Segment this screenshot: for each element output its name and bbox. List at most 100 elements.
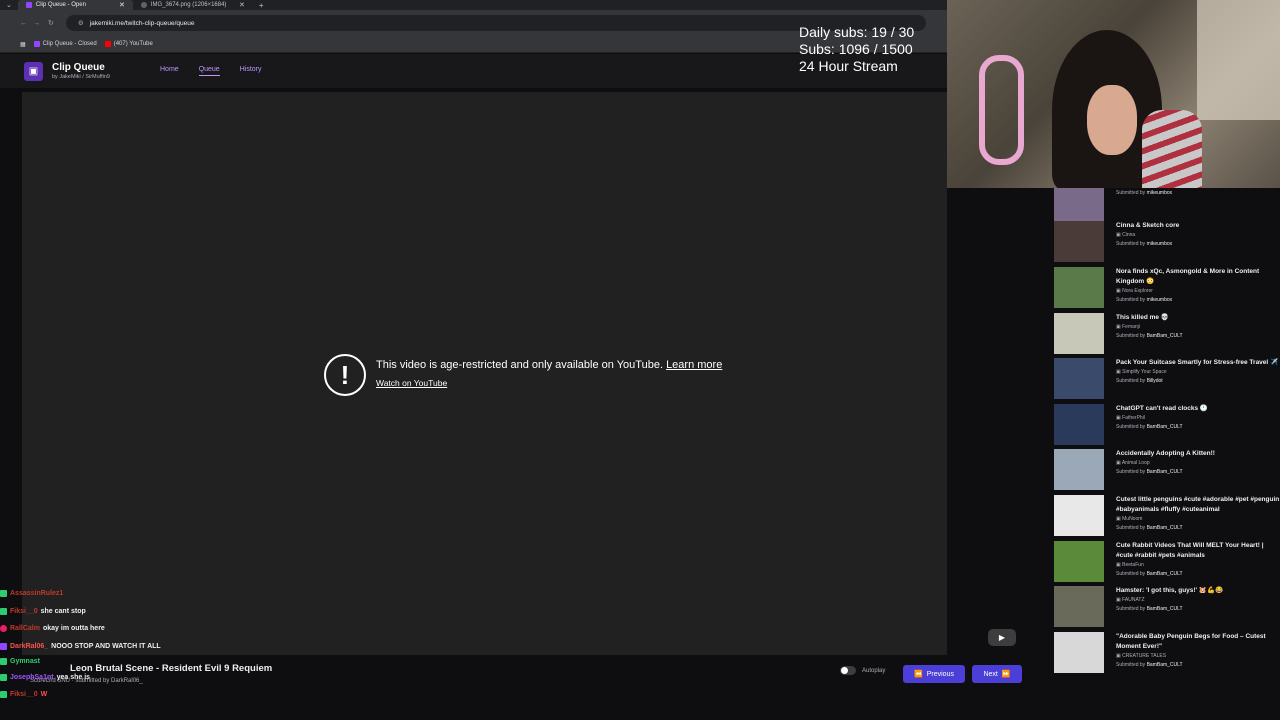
clip-thumbnail[interactable]	[1054, 449, 1104, 490]
twitch-logo-icon[interactable]: ▣	[24, 61, 43, 81]
submitted-label: Submitted by	[1116, 662, 1146, 668]
autoplay-toggle[interactable]	[840, 666, 856, 675]
previous-icon: ⏪	[914, 671, 923, 678]
clip-thumbnail[interactable]	[1054, 358, 1104, 399]
queue-item-title: Cinna & Sketch core	[1116, 222, 1180, 229]
queue-item-channel: ▣ CREATURE TALES	[1116, 652, 1280, 661]
age-restricted-message: This video is age-restricted and only av…	[376, 359, 722, 371]
video-player[interactable]: ! This video is age-restricted and only …	[22, 92, 1016, 655]
cam-face	[1087, 85, 1137, 155]
queue-item-text: This killed me 💀 ▣ Femanji Submitted by Ba…	[1116, 313, 1280, 341]
chat-line: AssassinRulez1	[0, 585, 320, 603]
queue-item-submitter: Submitted by mikeumbox	[1116, 240, 1280, 249]
queue-item[interactable]: Nora finds xQc, Asmongold & More in Cont…	[1030, 267, 1280, 311]
queue-item[interactable]: "Adorable Baby Penguin Begs for Food – C…	[1030, 632, 1280, 676]
clip-queue-favicon	[33, 41, 40, 47]
queue-item-title: Cute Rabbit Videos That Will MELT Your H…	[1116, 542, 1264, 559]
clip-thumbnail[interactable]	[1054, 267, 1104, 308]
tab-clip-queue[interactable]: Clip Queue - Open ✕	[17, 0, 133, 10]
queue-item[interactable]: Pack Your Suitcase Smartly for Stress-fr…	[1030, 358, 1280, 402]
bookmark-youtube[interactable]: (407) YouTube	[104, 41, 153, 47]
chat-username: Fiksi__0	[10, 691, 38, 698]
learn-more-link[interactable]: Learn more	[666, 359, 722, 371]
clip-thumbnail[interactable]	[1054, 632, 1104, 673]
submitted-label: Submitted by	[1116, 469, 1146, 475]
queue-item-channel: ▣ Simplify Your Space	[1116, 368, 1280, 377]
queue-item-submitter: Submitted by BamBam_CULT	[1116, 468, 1280, 477]
chat-username: JosephSa1nt	[10, 673, 54, 681]
queue-item-channel: ▣ Femanji	[1116, 323, 1280, 332]
chat-line: Fiksi__0 she cant stop	[0, 603, 320, 621]
submitter-name: BamBam_CULT	[1146, 333, 1183, 339]
apps-grid-icon[interactable]: ▦	[20, 41, 26, 48]
site-info-icon[interactable]: ⚙	[78, 19, 84, 27]
queue-item[interactable]: ▣ qospikSubmitted by mikeumbox	[1030, 188, 1280, 224]
next-button[interactable]: Next ⏩	[972, 665, 1022, 683]
queue-item-title: Accidentally Adopting A Kitten!!	[1116, 450, 1215, 457]
back-icon[interactable]: ←	[20, 20, 27, 27]
queue-item[interactable]: Hamster: 'I got this, guys!' 🐹💪😂 ▣ FAUNAT…	[1030, 586, 1280, 630]
queue-item-submitter: Submitted by BamBam_CULT	[1116, 332, 1280, 341]
subs-text: Subs: 1096 / 1500	[799, 41, 913, 57]
queue-item-submitter: Submitted by BamBam_CULT	[1116, 570, 1280, 579]
queue-item-channel: ▣ FAUNATZ	[1116, 596, 1280, 605]
reload-icon[interactable]: ↻	[48, 19, 54, 27]
queue-item[interactable]: ChatGPT can't read clocks 🕛 ▣ FatherPhil S…	[1030, 404, 1280, 448]
tab-image[interactable]: IMG_3674.png (1206×1684) ✕	[133, 0, 253, 10]
clip-thumbnail[interactable]	[1054, 313, 1104, 354]
submitter-name: Billydot	[1146, 378, 1163, 384]
channel-name: Animal Loop	[1121, 460, 1150, 466]
submitter-name: mikeumbox	[1146, 241, 1173, 247]
autoplay-control[interactable]: Autoplay	[840, 666, 885, 675]
queue-item-submitter: Submitted by BamBam_CULT	[1116, 661, 1280, 670]
close-tab-icon[interactable]: ✕	[119, 1, 125, 9]
queue-item-title: This killed me 💀	[1116, 314, 1169, 321]
mod-badge-icon	[0, 590, 7, 598]
queue-item-title: Pack Your Suitcase Smartly for Stress-fr…	[1116, 359, 1279, 366]
submitter-name: BamBam_CULT	[1146, 469, 1183, 475]
youtube-play-icon[interactable]: ▶	[988, 629, 1016, 646]
chat-message: okay im outta here	[42, 625, 105, 632]
queue-item-submitter: Submitted by mikeumbox	[1116, 189, 1280, 198]
clip-thumbnail[interactable]	[1054, 495, 1104, 536]
image-favicon	[140, 2, 147, 8]
queue-item[interactable]: Accidentally Adopting A Kitten!! ▣ Animal…	[1030, 449, 1280, 493]
sub-badge-icon	[0, 642, 7, 650]
url-field[interactable]: ⚙ jakemiki.me/twitch-clip-queue/queue	[65, 15, 926, 31]
queue-item[interactable]: Cutest little penguins #cute #adorable #…	[1030, 495, 1280, 539]
bookmark-clip-queue[interactable]: Clip Queue - Closed	[33, 41, 97, 47]
tab-list-icon[interactable]: ⌄	[0, 1, 18, 9]
clip-thumbnail[interactable]	[1054, 586, 1104, 627]
queue-item-submitter: Submitted by BamBam_CULT	[1116, 524, 1280, 533]
previous-label: Previous	[926, 670, 954, 678]
submitter-name: BamBam_CULT	[1146, 424, 1183, 430]
browser-tab-bar: ⌄ Clip Queue - Open ✕ IMG_3674.png (1206…	[0, 0, 947, 10]
clip-thumbnail[interactable]	[1054, 541, 1104, 582]
queue-item-text: Nora finds xQc, Asmongold & More in Cont…	[1116, 267, 1280, 305]
queue-item-submitter: Submitted by BamBam_CULT	[1116, 605, 1280, 614]
submitted-label: Submitted by	[1116, 606, 1146, 612]
queue-item[interactable]: Cinna & Sketch core ▣ Cinna Submitted by m…	[1030, 221, 1280, 265]
clip-thumbnail[interactable]	[1054, 188, 1104, 221]
previous-button[interactable]: ⏪ Previous	[903, 665, 965, 683]
nav-queue[interactable]: Queue	[198, 66, 220, 76]
clip-queue-favicon	[25, 2, 32, 8]
channel-name: BeetaFun	[1122, 562, 1144, 568]
queue-item[interactable]: This killed me 💀 ▣ Femanji Submitted by Ba…	[1030, 313, 1280, 357]
forward-icon[interactable]: →	[33, 20, 40, 27]
nav-history[interactable]: History	[240, 66, 262, 76]
close-tab-icon[interactable]: ✕	[239, 1, 245, 9]
nav-home[interactable]: Home	[160, 66, 179, 76]
channel-name: FatherPhil	[1122, 415, 1145, 421]
queue-item-text: Cutest little penguins #cute #adorable #…	[1116, 495, 1280, 533]
clip-thumbnail[interactable]	[1054, 404, 1104, 445]
queue-item[interactable]: Cute Rabbit Videos That Will MELT Your H…	[1030, 541, 1280, 585]
submitted-label: Submitted by	[1116, 333, 1146, 339]
queue-item-channel: ▣ MuNoom	[1116, 515, 1280, 524]
queue-item-submitter: Submitted by BamBam_CULT	[1116, 423, 1280, 432]
new-tab-button[interactable]: +	[253, 1, 270, 10]
channel-name: CREATURE TALES	[1122, 653, 1167, 659]
watch-on-youtube-link[interactable]: Watch on YouTube	[376, 378, 447, 388]
queue-item-text: "Adorable Baby Penguin Begs for Food – C…	[1116, 632, 1280, 670]
clip-thumbnail[interactable]	[1054, 221, 1104, 262]
